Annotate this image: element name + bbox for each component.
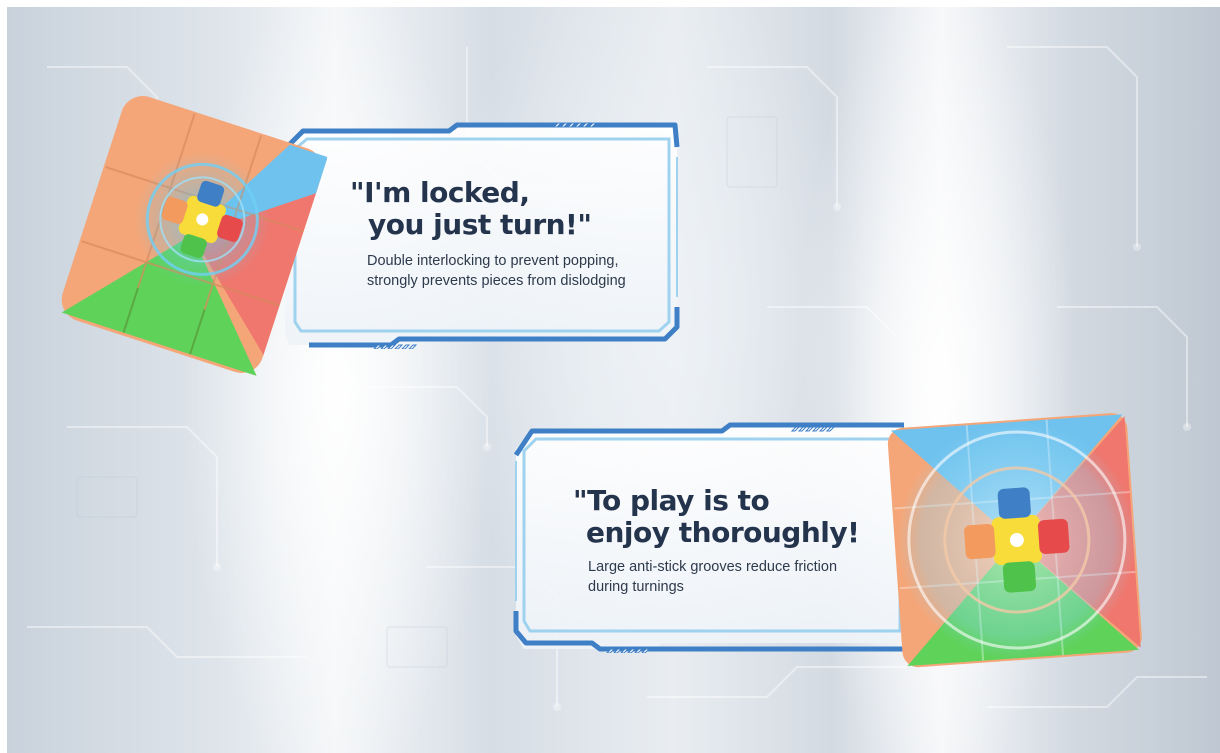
title-line-2: you just turn!"	[368, 208, 592, 241]
desc-line-2: strongly prevents pieces from dislodging	[367, 273, 626, 289]
title-line-1: "To play is to	[573, 484, 770, 517]
feature-panel-locked: "I'm locked, you just turn!" Double inte…	[279, 117, 681, 349]
panel-description: Double interlocking to prevent popping, …	[367, 251, 626, 291]
promo-banner: "I'm locked, you just turn!" Double inte…	[7, 7, 1220, 753]
desc-line-1: Double interlocking to prevent popping,	[367, 253, 619, 269]
title-line-1: "I'm locked,	[350, 176, 530, 209]
panel-title: "To play is to enjoy thoroughly!	[573, 484, 860, 549]
title-line-2: enjoy thoroughly!	[586, 516, 860, 549]
puzzle-cube-image-left	[61, 96, 327, 376]
puzzle-cube-image-right	[887, 413, 1142, 668]
feature-panel-enjoy: "To play is to enjoy thoroughly! Large a…	[512, 421, 907, 653]
panel-title: "I'm locked, you just turn!"	[350, 176, 592, 241]
panel-description: Large anti-stick grooves reduce friction…	[588, 557, 837, 597]
desc-line-1: Large anti-stick grooves reduce friction	[588, 559, 838, 575]
desc-line-2: during turnings	[588, 579, 684, 595]
